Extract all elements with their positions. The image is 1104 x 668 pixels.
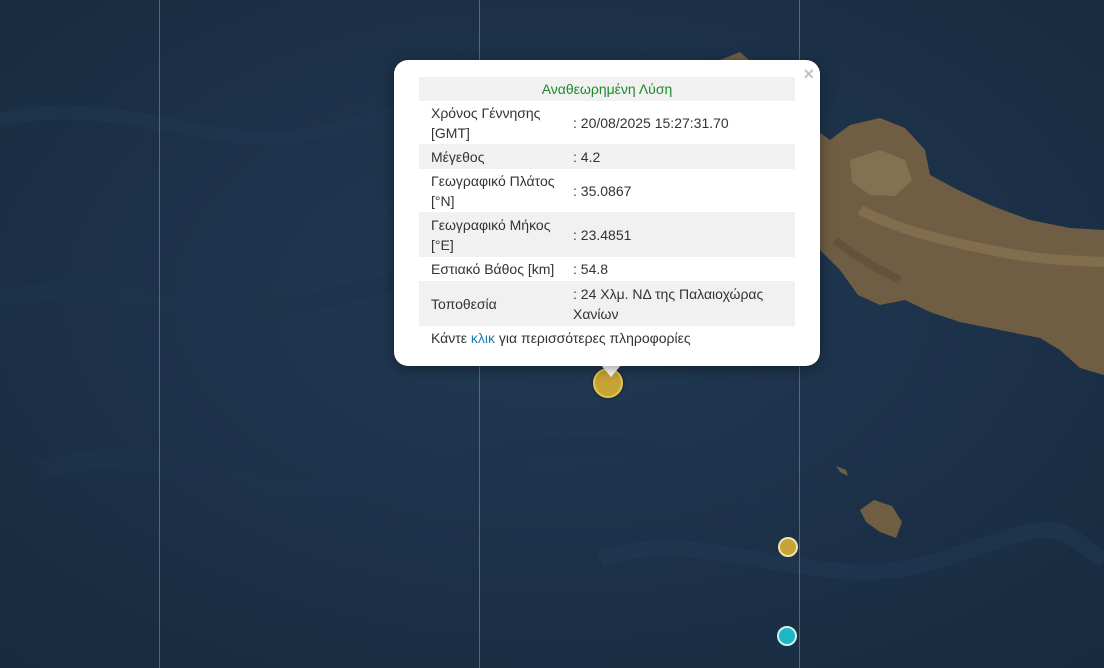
info-label: Χρόνος Γέννησης [GMT]	[431, 104, 541, 141]
info-value: : 24 Χλμ. ΝΔ της Παλαιοχώρας Χανίων	[573, 285, 764, 322]
info-row-origin-time: Χρόνος Γέννησης [GMT] : 20/08/2025 15:27…	[419, 101, 795, 144]
graticule-line	[159, 0, 160, 668]
popup-footer: Κάντε κλικ για περισσότερες πληροφορίες	[419, 327, 795, 349]
earthquake-info-popup: × Αναθεωρημένη Λύση Χρόνος Γέννησης [GMT…	[394, 60, 820, 366]
earthquake-marker[interactable]	[778, 537, 798, 557]
info-label: Γεωγραφικό Πλάτος [°N]	[431, 172, 555, 209]
info-row-depth: Εστιακό Βάθος [km] : 54.8	[419, 257, 795, 281]
info-row-longitude: Γεωγραφικό Μήκος [°E] : 23.4851	[419, 212, 795, 257]
popup-content: Αναθεωρημένη Λύση Χρόνος Γέννησης [GMT] …	[419, 77, 795, 349]
info-row-magnitude: Μέγεθος : 4.2	[419, 144, 795, 169]
info-value: : 23.4851	[573, 226, 632, 243]
info-row-location: Τοποθεσία : 24 Χλμ. ΝΔ της Παλαιοχώρας Χ…	[419, 281, 795, 326]
info-label: Γεωγραφικό Μήκος [°E]	[431, 216, 551, 253]
info-value: : 4.2	[573, 148, 601, 165]
info-label: Εστιακό Βάθος [km]	[431, 261, 555, 277]
info-label: Μέγεθος	[431, 148, 485, 165]
close-icon[interactable]: ×	[803, 64, 814, 84]
more-info-link[interactable]: κλικ	[471, 330, 495, 346]
info-value: : 54.8	[573, 261, 609, 277]
popup-title: Αναθεωρημένη Λύση	[419, 77, 795, 101]
earthquake-marker-cyan[interactable]	[777, 626, 797, 646]
info-value: : 20/08/2025 15:27:31.70	[573, 114, 729, 131]
footer-text: για περισσότερες πληροφορίες	[495, 330, 691, 346]
info-value: : 35.0867	[573, 182, 632, 199]
footer-text: Κάντε	[431, 330, 471, 346]
info-row-latitude: Γεωγραφικό Πλάτος [°N] : 35.0867	[419, 169, 795, 212]
info-label: Τοποθεσία	[431, 295, 497, 312]
